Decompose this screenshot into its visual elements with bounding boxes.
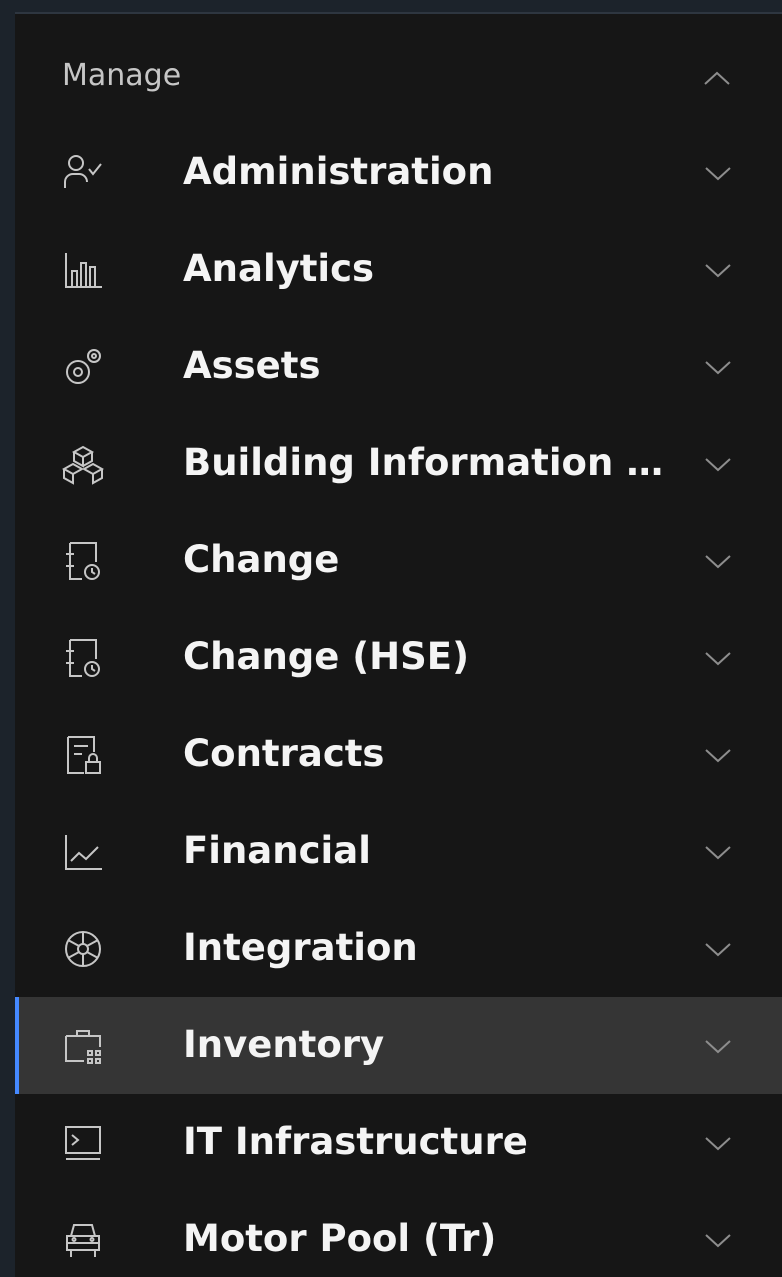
- top-strip: [0, 0, 782, 14]
- network-icon: [62, 928, 104, 970]
- nav-item-label: IT Infrastructure: [183, 1120, 528, 1163]
- nav-item-it-infrastructure[interactable]: IT Infrastructure: [15, 1094, 782, 1191]
- document-lock-icon: [62, 734, 104, 776]
- gears-icon: [62, 346, 104, 388]
- building-blocks-icon: [62, 443, 104, 485]
- nav-item-label: Change: [183, 538, 340, 581]
- section-header-manage[interactable]: Manage: [15, 28, 782, 124]
- briefcase-grid-icon: [62, 1025, 104, 1067]
- nav-item-label: Building Information M...: [183, 441, 693, 484]
- line-chart-icon: [62, 831, 104, 873]
- chevron-down-icon: [703, 449, 733, 479]
- active-indicator: [15, 997, 19, 1094]
- chevron-down-icon: [703, 643, 733, 673]
- chevron-down-icon: [703, 1031, 733, 1061]
- nav-list: Administration Analytics Assets Building…: [15, 124, 782, 1277]
- user-admin-icon: [62, 152, 104, 194]
- nav-item-integration[interactable]: Integration: [15, 900, 782, 997]
- nav-item-label: Change (HSE): [183, 635, 469, 678]
- chevron-down-icon: [703, 1225, 733, 1255]
- nav-item-label: Integration: [183, 926, 418, 969]
- nav-item-financial[interactable]: Financial: [15, 803, 782, 900]
- nav-item-label: Assets: [183, 344, 321, 387]
- nav-item-label: Analytics: [183, 247, 375, 290]
- chevron-down-icon: [703, 352, 733, 382]
- chevron-down-icon: [703, 934, 733, 964]
- section-title: Manage: [62, 58, 182, 93]
- nav-item-analytics[interactable]: Analytics: [15, 221, 782, 318]
- chevron-down-icon: [703, 1128, 733, 1158]
- terminal-icon: [62, 1122, 104, 1164]
- chevron-down-icon: [703, 740, 733, 770]
- left-gutter: [0, 0, 15, 1277]
- nav-item-label: Administration: [183, 150, 494, 193]
- chevron-up-icon: [702, 64, 732, 94]
- nav-item-label: Contracts: [183, 732, 385, 775]
- nav-item-building-information[interactable]: Building Information M...: [15, 415, 782, 512]
- nav-item-administration[interactable]: Administration: [15, 124, 782, 221]
- nav-item-label: Inventory: [183, 1023, 385, 1066]
- vehicle-icon: [62, 1219, 104, 1261]
- nav-item-contracts[interactable]: Contracts: [15, 706, 782, 803]
- chevron-down-icon: [703, 255, 733, 285]
- app-frame: Manage Administration Analytics Assets B…: [0, 0, 782, 1277]
- nav-item-inventory[interactable]: Inventory: [15, 997, 782, 1094]
- nav-item-change[interactable]: Change: [15, 512, 782, 609]
- nav-item-assets[interactable]: Assets: [15, 318, 782, 415]
- chevron-down-icon: [703, 158, 733, 188]
- chevron-down-icon: [703, 546, 733, 576]
- document-change-icon: [62, 637, 104, 679]
- nav-item-label: Financial: [183, 829, 371, 872]
- bar-chart-icon: [62, 249, 104, 291]
- side-nav-panel: Manage Administration Analytics Assets B…: [15, 14, 782, 1277]
- nav-item-motor-pool[interactable]: Motor Pool (Tr): [15, 1191, 782, 1277]
- nav-item-change-hse[interactable]: Change (HSE): [15, 609, 782, 706]
- chevron-down-icon: [703, 837, 733, 867]
- document-change-icon: [62, 540, 104, 582]
- nav-item-label: Motor Pool (Tr): [183, 1217, 497, 1260]
